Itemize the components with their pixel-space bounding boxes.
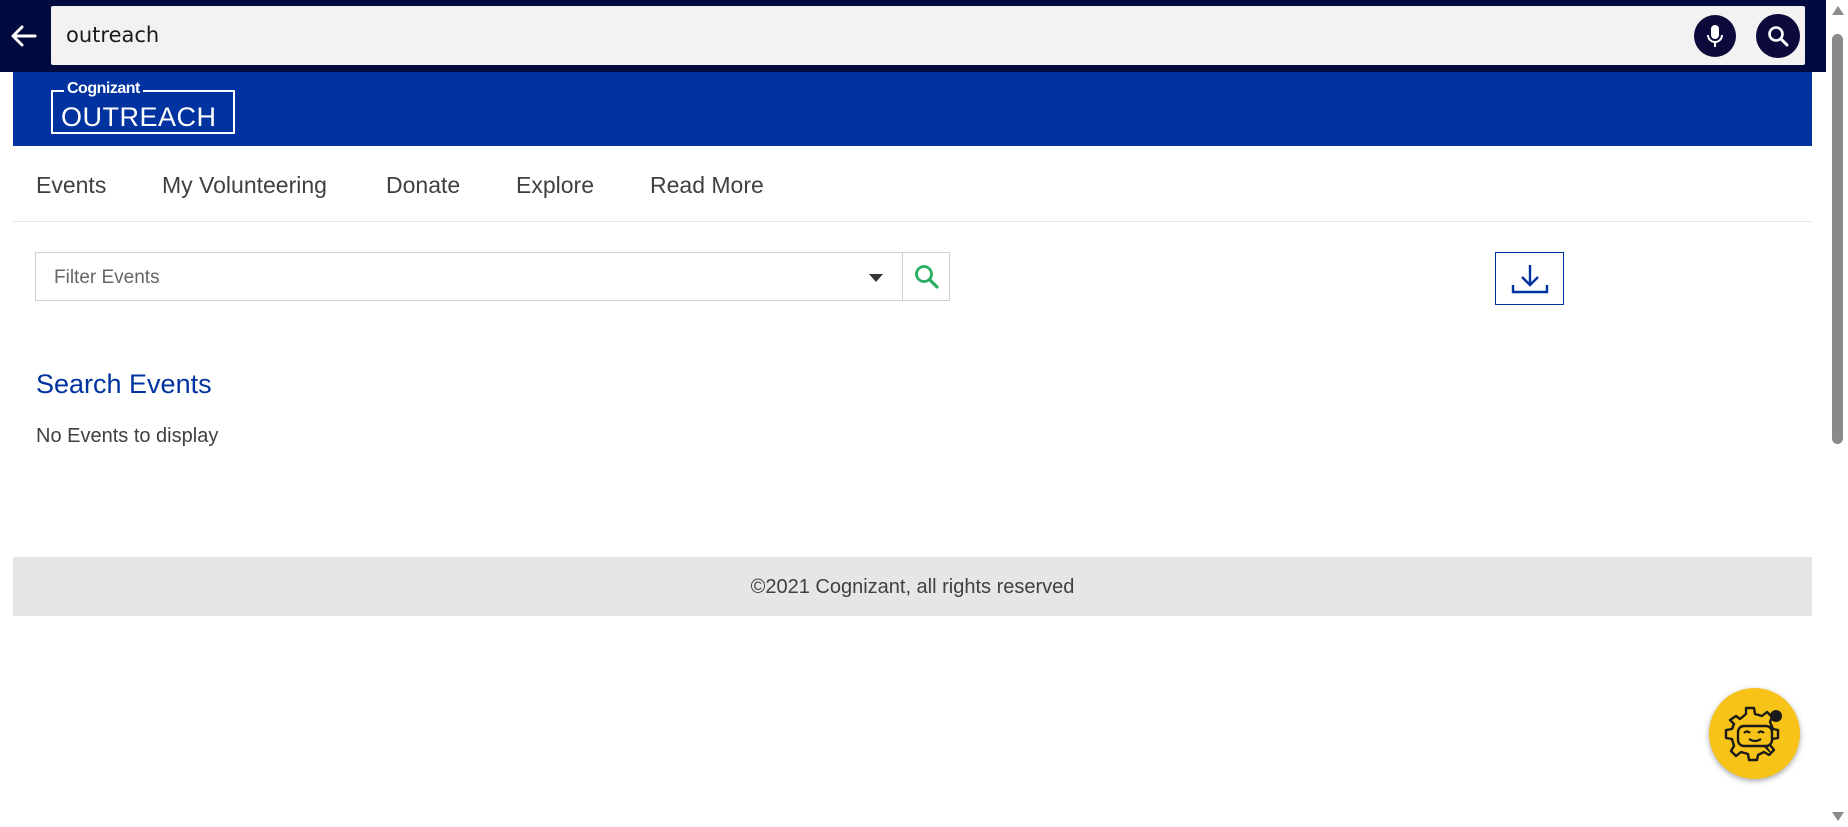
nav-item-my-volunteering[interactable]: My Volunteering xyxy=(162,172,327,199)
arrow-left-icon xyxy=(11,25,37,47)
scroll-up-icon[interactable] xyxy=(1832,6,1844,15)
page-title: Search Events xyxy=(36,369,212,399)
filter-events-dropdown[interactable]: Filter Events xyxy=(35,252,950,301)
chatbot-icon xyxy=(1724,706,1782,761)
search-icon xyxy=(1768,26,1789,47)
nav-item-events[interactable]: Events xyxy=(36,172,106,199)
empty-state-message: No Events to display xyxy=(36,425,219,447)
page-scrollbar[interactable] xyxy=(1826,0,1848,827)
filter-search-button[interactable] xyxy=(903,253,950,300)
cognizant-outreach-logo[interactable]: OUTREACH Cognizant xyxy=(51,80,237,134)
search-input[interactable]: outreach xyxy=(51,6,1805,65)
search-submit-button[interactable] xyxy=(1756,14,1800,58)
logo-main-text: OUTREACH xyxy=(61,102,217,132)
scroll-down-icon[interactable] xyxy=(1832,812,1844,821)
caret-down-icon[interactable] xyxy=(869,274,883,282)
filter-placeholder: Filter Events xyxy=(54,267,160,288)
download-button[interactable] xyxy=(1495,252,1564,305)
search-icon xyxy=(914,264,939,289)
voice-search-button[interactable] xyxy=(1694,15,1736,57)
chatbot-button[interactable] xyxy=(1709,688,1800,779)
search-toolbar: outreach xyxy=(0,0,1848,72)
copyright-text: ©2021 Cognizant, all rights reserved xyxy=(750,576,1075,598)
download-icon xyxy=(1511,264,1548,293)
main-nav: Events My Volunteering Donate Explore Re… xyxy=(13,146,1812,222)
nav-item-read-more[interactable]: Read More xyxy=(650,172,764,199)
site-header: OUTREACH Cognizant xyxy=(13,72,1812,146)
nav-item-donate[interactable]: Donate xyxy=(386,172,460,199)
search-query: outreach xyxy=(66,23,160,47)
microphone-icon xyxy=(1707,25,1723,47)
nav-item-explore[interactable]: Explore xyxy=(516,172,594,199)
back-button[interactable] xyxy=(0,12,46,60)
site-footer: ©2021 Cognizant, all rights reserved xyxy=(13,557,1812,616)
logo-top-text: Cognizant xyxy=(64,80,143,98)
scrollbar-thumb[interactable] xyxy=(1832,34,1843,444)
